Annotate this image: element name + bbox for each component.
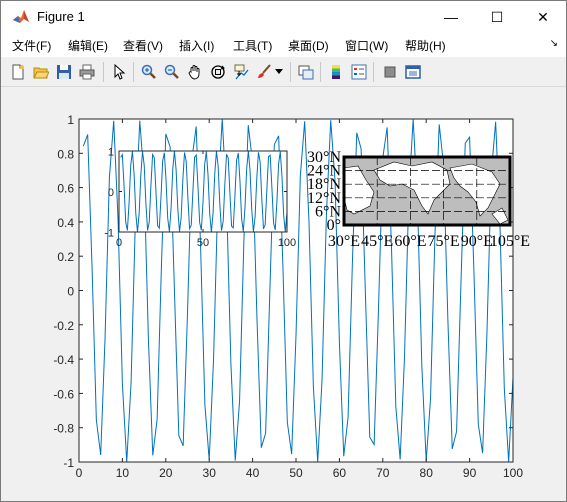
pan-hand-icon[interactable] [184, 61, 206, 83]
figure-window: Figure 1 — ☐ ✕ 文件(F) 编辑(E) 查看(V) 插入(I) 工… [0, 0, 567, 502]
main-y-tick-label: 0.8 [57, 147, 74, 161]
main-y-tick-label: 0.2 [57, 250, 74, 264]
title-bar[interactable]: Figure 1 — ☐ ✕ [1, 1, 566, 33]
toolbar-separator [320, 62, 321, 82]
new-figure-icon[interactable] [7, 61, 29, 83]
toolbar-separator [373, 62, 374, 82]
figure-toolbar [1, 57, 566, 87]
menu-file[interactable]: 文件(F) [12, 37, 51, 54]
main-y-tick-label: 1 [67, 113, 74, 127]
map-lon-label: 45°E [361, 233, 393, 250]
rotate-3d-icon[interactable] [207, 61, 229, 83]
dropdown-arrow-icon[interactable] [273, 61, 285, 83]
brush-icon[interactable] [253, 61, 275, 83]
main-x-tick-label: 40 [246, 466, 260, 480]
inset-x-tick-label: 50 [197, 237, 209, 249]
hide-plot-tools-icon[interactable] [379, 61, 401, 83]
edit-plot-arrow-icon[interactable] [108, 61, 130, 83]
colorbar-icon[interactable] [325, 61, 347, 83]
main-y-tick-label: 0.6 [57, 182, 74, 196]
map-lon-label: 75°E [428, 233, 460, 250]
map-lon-label: 90°E [461, 233, 493, 250]
main-y-tick-label: -0.2 [53, 319, 74, 333]
main-x-tick-label: 20 [159, 466, 173, 480]
menu-bar: 文件(F) 编辑(E) 查看(V) 插入(I) 工具(T) 桌面(D) 窗口(W… [1, 33, 566, 57]
menu-window[interactable]: 窗口(W) [345, 37, 388, 54]
map-lon-label: 105°E [490, 233, 530, 250]
main-x-tick-label: 0 [76, 466, 83, 480]
zoom-in-icon[interactable] [138, 61, 160, 83]
link-plot-icon[interactable] [295, 61, 317, 83]
main-x-tick-label: 70 [376, 466, 390, 480]
main-x-tick-label: 10 [116, 466, 130, 480]
show-plot-tools-icon[interactable] [402, 61, 424, 83]
main-y-tick-label: -0.4 [53, 353, 74, 367]
menu-tools[interactable]: 工具(T) [233, 37, 272, 54]
toolbar-separator [133, 62, 134, 82]
map-lon-label: 60°E [394, 233, 426, 250]
main-y-tick-label: 0.4 [57, 216, 74, 230]
main-x-tick-label: 60 [333, 466, 347, 480]
close-button[interactable]: ✕ [520, 1, 566, 33]
menu-help[interactable]: 帮助(H) [405, 37, 446, 54]
inset-y-tick-label: 0 [108, 187, 114, 199]
window-title: Figure 1 [37, 9, 85, 24]
inset-x-tick-label: 100 [278, 237, 296, 249]
menu-insert[interactable]: 插入(I) [179, 37, 214, 54]
toolbar-separator [103, 62, 104, 82]
menu-view[interactable]: 查看(V) [123, 37, 163, 54]
open-icon[interactable] [30, 61, 52, 83]
main-y-tick-label: -0.8 [53, 422, 74, 436]
main-x-tick-label: 90 [463, 466, 477, 480]
main-x-tick-label: 50 [289, 466, 303, 480]
inset-y-tick-label: 1 [108, 147, 114, 159]
main-y-tick-label: -1 [63, 456, 74, 470]
matlab-logo-icon [13, 10, 29, 23]
menu-desktop[interactable]: 桌面(D) [288, 37, 329, 54]
data-cursor-icon[interactable] [230, 61, 252, 83]
map-lat-label: 0° [327, 217, 341, 234]
main-x-tick-label: 100 [503, 466, 523, 480]
figure-canvas[interactable]: 0 10 20 30 40 50 60 70 80 90 100 1 0.8 0.6 0.4 0.2 0 -0.2… [2, 88, 566, 501]
print-icon[interactable] [76, 61, 98, 83]
toolbar-separator [290, 62, 291, 82]
main-x-tick-label: 30 [203, 466, 217, 480]
map-lon-label: 30°E [328, 233, 360, 250]
inset-y-tick-label: -1 [104, 228, 114, 240]
menu-edit[interactable]: 编辑(E) [68, 37, 108, 54]
minimize-button[interactable]: — [428, 1, 474, 33]
zoom-out-icon[interactable] [161, 61, 183, 83]
map-inset [342, 155, 512, 227]
main-y-tick-label: -0.6 [53, 387, 74, 401]
save-icon[interactable] [53, 61, 75, 83]
maximize-button[interactable]: ☐ [474, 1, 520, 33]
main-y-tick-label: 0 [67, 285, 74, 299]
inset-x-tick-label: 0 [116, 237, 122, 249]
main-x-tick-label: 80 [420, 466, 434, 480]
legend-icon[interactable] [348, 61, 370, 83]
menu-overflow-icon[interactable]: ↘ [550, 38, 558, 49]
figure-svg: 0 10 20 30 40 50 60 70 80 90 10010.80.60.40.20-0.2… [53, 113, 530, 480]
